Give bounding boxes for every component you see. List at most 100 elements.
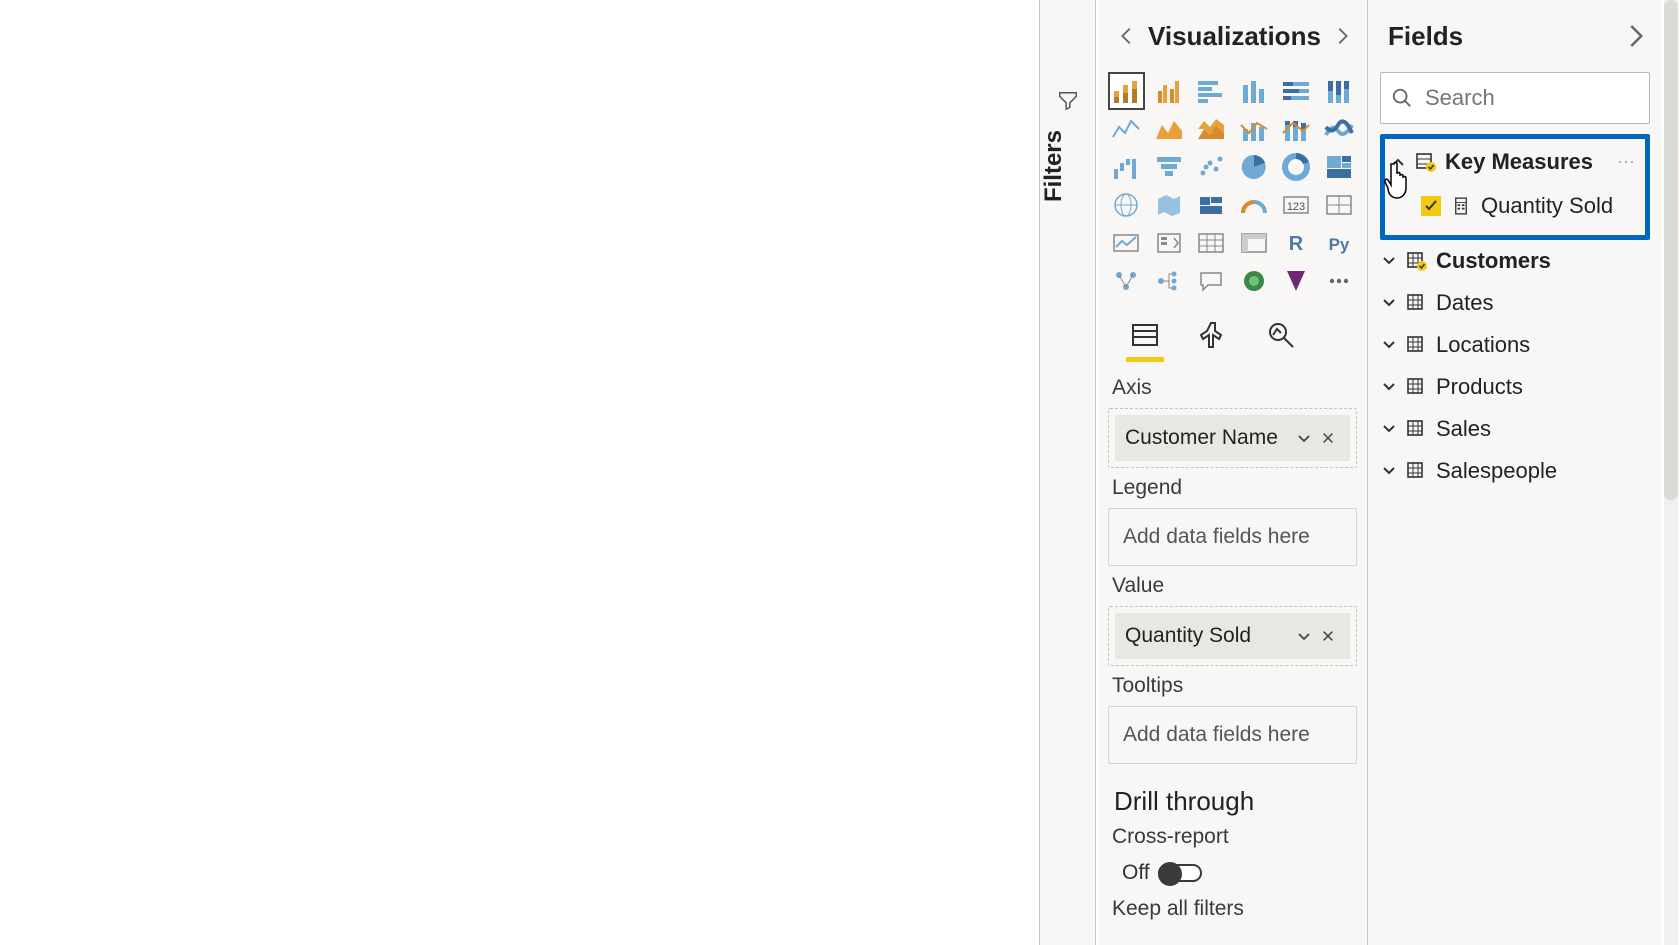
legend-well[interactable]: Add data fields here: [1108, 508, 1357, 566]
keep-all-filters-label: Keep all filters: [1108, 889, 1357, 929]
axis-field-chip[interactable]: Customer Name: [1115, 415, 1350, 461]
svg-text:Py: Py: [1328, 235, 1349, 254]
chevron-down-icon[interactable]: [1380, 295, 1398, 311]
key-measures-highlight: Key Measures ⋯ Quantity Sold: [1380, 134, 1650, 240]
viz-treemap-icon[interactable]: [1321, 148, 1358, 186]
fields-collapse-icon[interactable]: [1620, 21, 1650, 51]
filters-expand-icon[interactable]: [1040, 90, 1095, 112]
viz-line-icon[interactable]: [1108, 110, 1145, 148]
value-well[interactable]: Quantity Sold: [1108, 606, 1357, 666]
table-icon: [1406, 293, 1428, 313]
viz-arcgis-icon[interactable]: [1236, 262, 1273, 300]
viz-100-stacked-bar-icon[interactable]: [1321, 72, 1358, 110]
viz-decomposition-icon[interactable]: [1151, 262, 1188, 300]
chevron-down-icon[interactable]: [1380, 337, 1398, 353]
viz-multi-card-icon[interactable]: [1321, 186, 1358, 224]
filters-pane-collapsed: Filters: [1040, 0, 1096, 945]
chevron-down-icon[interactable]: [1292, 430, 1316, 446]
viz-key-influencers-icon[interactable]: [1108, 262, 1145, 300]
measure-quantity-sold[interactable]: Quantity Sold: [1385, 183, 1645, 229]
viz-clustered-bar-icon[interactable]: [1193, 72, 1230, 110]
table-label: Dates: [1436, 290, 1654, 316]
tooltips-well-label: Tooltips: [1108, 666, 1357, 706]
table-label: Products: [1436, 374, 1654, 400]
viz-map-icon[interactable]: [1108, 186, 1145, 224]
table-customers[interactable]: Customers: [1376, 240, 1654, 282]
svg-text:123: 123: [1287, 201, 1305, 213]
tooltips-placeholder: Add data fields here: [1115, 713, 1350, 757]
report-canvas[interactable]: [0, 0, 1040, 945]
viz-stacked-column-icon[interactable]: [1236, 72, 1273, 110]
viz-waterfall-icon[interactable]: [1108, 148, 1145, 186]
table-dates[interactable]: Dates: [1376, 282, 1654, 324]
axis-well[interactable]: Customer Name: [1108, 408, 1357, 468]
cross-report-toggle[interactable]: Off: [1122, 861, 1202, 885]
viz-gauge-icon[interactable]: [1236, 186, 1273, 224]
viz-qna-icon[interactable]: [1193, 262, 1230, 300]
viz-stacked-area-icon[interactable]: [1193, 110, 1230, 148]
viz-kpi-icon[interactable]: [1108, 224, 1145, 262]
filters-label[interactable]: Filters: [1040, 130, 1095, 202]
table-label: Locations: [1436, 332, 1654, 358]
chevron-down-icon[interactable]: [1380, 253, 1398, 269]
viz-powerapps-icon[interactable]: [1278, 262, 1315, 300]
table-locations[interactable]: Locations: [1376, 324, 1654, 366]
viz-more-icon[interactable]: [1321, 262, 1358, 300]
viz-python-icon[interactable]: Py: [1321, 224, 1358, 262]
table-salespeople[interactable]: Salespeople: [1376, 450, 1654, 492]
viz-line-clustered-column-icon[interactable]: [1236, 110, 1273, 148]
close-icon[interactable]: [1316, 431, 1340, 445]
checkbox-checked-icon[interactable]: [1421, 196, 1441, 216]
value-well-label: Value: [1108, 566, 1357, 606]
vertical-scrollbar[interactable]: [1664, 0, 1678, 945]
table-icon: [1406, 335, 1428, 355]
table-key-measures[interactable]: Key Measures ⋯: [1385, 141, 1645, 183]
table-icon: [1406, 419, 1428, 439]
viz-area-icon[interactable]: [1151, 110, 1188, 148]
visualization-palette: 123 R Py: [1098, 72, 1367, 300]
value-field-chip[interactable]: Quantity Sold: [1115, 613, 1350, 659]
viz-shape-map-icon[interactable]: [1193, 186, 1230, 224]
viz-pie-icon[interactable]: [1236, 148, 1273, 186]
fields-search-input[interactable]: [1380, 72, 1650, 124]
viz-scatter-icon[interactable]: [1193, 148, 1230, 186]
viz-r-icon[interactable]: R: [1278, 224, 1315, 262]
viz-card-icon[interactable]: 123: [1278, 186, 1315, 224]
viz-donut-icon[interactable]: [1278, 148, 1315, 186]
tooltips-well[interactable]: Add data fields here: [1108, 706, 1357, 764]
viz-table-icon[interactable]: [1193, 224, 1230, 262]
chevron-down-icon[interactable]: [1380, 421, 1398, 437]
property-tabs: [1098, 300, 1367, 362]
viz-stacked-bar-icon[interactable]: [1108, 72, 1145, 110]
format-tab-icon[interactable]: [1192, 314, 1234, 356]
chevron-up-icon[interactable]: [1389, 154, 1407, 170]
viz-clustered-column-icon[interactable]: [1151, 72, 1188, 110]
toggle-state-text: Off: [1122, 861, 1150, 885]
chevron-down-icon[interactable]: [1380, 463, 1398, 479]
chevron-down-icon[interactable]: [1380, 379, 1398, 395]
table-products[interactable]: Products: [1376, 366, 1654, 408]
fields-pane: Fields Key Measures ⋯ Quantity Sold: [1368, 0, 1662, 945]
close-icon[interactable]: [1316, 629, 1340, 643]
table-label: Salespeople: [1436, 458, 1654, 484]
viz-slicer-icon[interactable]: [1151, 224, 1188, 262]
search-text[interactable]: [1423, 84, 1639, 112]
fields-tab-icon[interactable]: [1124, 314, 1166, 356]
viz-ribbon-icon[interactable]: [1321, 110, 1358, 148]
axis-well-label: Axis: [1108, 368, 1357, 408]
viz-funnel-icon[interactable]: [1151, 148, 1188, 186]
legend-placeholder: Add data fields here: [1115, 515, 1350, 559]
measure-icon: [1451, 197, 1471, 215]
viz-matrix-icon[interactable]: [1236, 224, 1273, 262]
viz-100-stacked-column-icon[interactable]: [1278, 72, 1315, 110]
viz-collapse-left-icon[interactable]: [1112, 25, 1142, 47]
analytics-tab-icon[interactable]: [1260, 314, 1302, 356]
cross-report-label: Cross-report: [1108, 825, 1357, 857]
more-icon[interactable]: ⋯: [1611, 141, 1641, 183]
svg-text:R: R: [1289, 233, 1304, 255]
viz-line-stacked-column-icon[interactable]: [1278, 110, 1315, 148]
viz-collapse-right-icon[interactable]: [1327, 25, 1357, 47]
chevron-down-icon[interactable]: [1292, 628, 1316, 644]
viz-filled-map-icon[interactable]: [1151, 186, 1188, 224]
table-sales[interactable]: Sales: [1376, 408, 1654, 450]
